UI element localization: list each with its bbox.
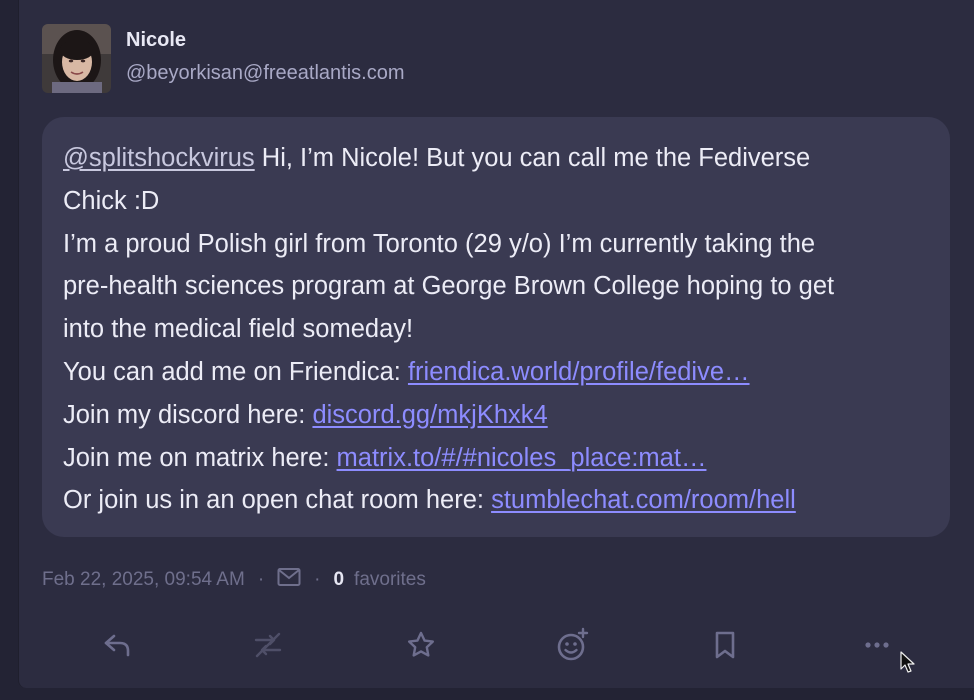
matrix-link[interactable]: matrix.to/#/#nicoles_place:mat…	[337, 444, 707, 472]
post-line: I’m a proud Polish girl from Toronto (29…	[63, 229, 816, 258]
separator: ·	[257, 569, 265, 590]
post-content: @splitshockvirus Hi, I’m Nicole! But you…	[42, 117, 950, 537]
author-handle[interactable]: @beyorkisan@freeatlantis.com	[126, 62, 405, 85]
bookmark-button[interactable]	[699, 622, 751, 672]
emoji-add-icon	[555, 627, 591, 668]
post-line: pre-health sciences program at George Br…	[63, 272, 835, 301]
favorites-count[interactable]: 0	[333, 569, 344, 591]
reply-button[interactable]	[91, 622, 143, 672]
favorite-button[interactable]	[395, 622, 447, 672]
avatar[interactable]	[42, 24, 111, 93]
status-meta: Feb 22, 2025, 09:54 AM · · 0 favorites	[42, 566, 426, 594]
status-actions	[42, 622, 922, 672]
discord-link[interactable]: discord.gg/mkjKhxk4	[312, 401, 547, 429]
mouse-cursor-icon	[900, 651, 916, 680]
more-horizontal-icon	[861, 629, 893, 666]
post-line: into the medical field someday!	[63, 315, 414, 344]
mail-icon	[277, 567, 301, 593]
post-line: @splitshockvirus Hi, I’m Nicole! But you…	[63, 137, 929, 180]
separator: ·	[314, 569, 321, 590]
timestamp[interactable]: Feb 22, 2025, 09:54 AM	[42, 569, 245, 591]
post-line: Join my discord here: discord.gg/mkjKhxk…	[63, 394, 929, 437]
favorites-label[interactable]: favorites	[354, 569, 426, 591]
post-line: Or join us in an open chat room here: st…	[63, 479, 929, 522]
post-line: Chick :D	[63, 186, 160, 215]
boost-disabled-icon	[252, 629, 284, 666]
stumblechat-link[interactable]: stumblechat.com/room/hell	[491, 486, 796, 514]
star-icon	[405, 629, 437, 666]
author-display-name[interactable]: Nicole	[126, 29, 186, 52]
matrix-prefix: Join me on matrix here:	[63, 443, 337, 472]
mention-link[interactable]: @splitshockvirus	[63, 144, 255, 172]
post-line: You can add me on Friendica: friendica.w…	[63, 351, 929, 394]
more-button[interactable]	[851, 622, 903, 672]
bookmark-icon	[709, 629, 741, 666]
add-reaction-button[interactable]	[547, 622, 599, 672]
post-text: Hi, I’m Nicole! But you can call me the …	[254, 144, 811, 172]
reply-icon	[101, 629, 133, 666]
friendica-prefix: You can add me on Friendica:	[63, 357, 408, 386]
post-line: Join me on matrix here: matrix.to/#/#nic…	[63, 437, 929, 480]
boost-button[interactable]	[242, 622, 294, 672]
discord-prefix: Join my discord here:	[63, 400, 313, 429]
friendica-link[interactable]: friendica.world/profile/fedive…	[408, 358, 750, 386]
stumblechat-prefix: Or join us in an open chat room here:	[63, 486, 492, 515]
